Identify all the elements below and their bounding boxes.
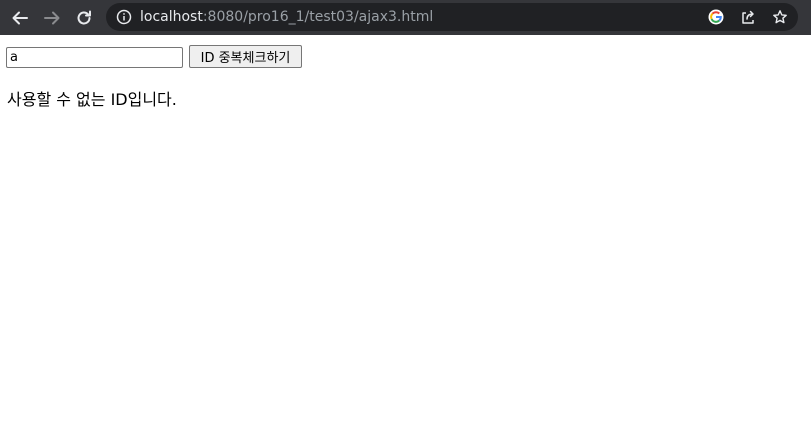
share-icon[interactable] — [740, 9, 756, 25]
page-content: ID 중복체크하기 사용할 수 없는 ID입니다. — [0, 35, 811, 437]
address-bar[interactable]: localhost:8080/pro16_1/test03/ajax3.html — [106, 3, 798, 31]
reload-icon[interactable] — [73, 7, 95, 29]
url-path: :8080/pro16_1/test03/ajax3.html — [202, 9, 434, 25]
result-message: 사용할 수 없는 ID입니다. — [7, 90, 177, 109]
url-host: localhost — [140, 9, 203, 25]
id-input[interactable] — [6, 47, 183, 68]
google-icon[interactable] — [708, 9, 724, 25]
star-icon[interactable] — [772, 9, 788, 25]
info-icon[interactable] — [116, 9, 132, 25]
back-arrow-icon[interactable] — [9, 7, 31, 29]
id-duplicate-check-button[interactable]: ID 중복체크하기 — [189, 45, 302, 68]
forward-arrow-icon[interactable] — [41, 7, 63, 29]
url-text[interactable]: localhost:8080/pro16_1/test03/ajax3.html — [140, 8, 433, 26]
browser-toolbar: localhost:8080/pro16_1/test03/ajax3.html — [0, 0, 811, 35]
